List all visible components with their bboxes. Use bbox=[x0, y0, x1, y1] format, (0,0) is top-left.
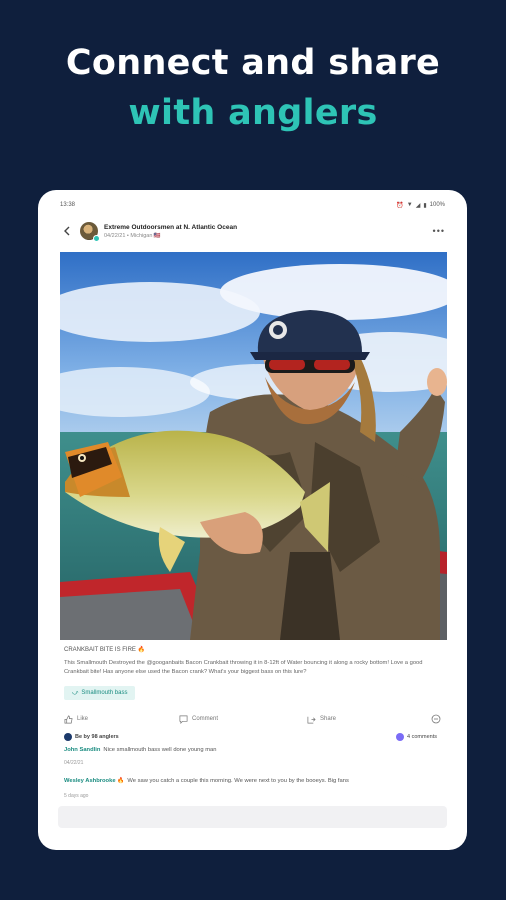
comment-time: 5 days ago bbox=[64, 793, 89, 799]
comments-count[interactable]: 4 comments bbox=[396, 733, 437, 741]
comment-icon bbox=[179, 715, 188, 724]
liked-by[interactable]: Be by 98 anglers bbox=[64, 733, 119, 741]
battery-icon: ▮ bbox=[423, 202, 427, 209]
tablet-screen: 13:38 ⏰ ▼ ◢ ▮ 100% Extreme Outdoorsmen a… bbox=[38, 190, 467, 850]
fish-icon: ⤻ bbox=[72, 689, 79, 696]
comment-input[interactable] bbox=[58, 806, 447, 828]
comment-label: Comment bbox=[192, 716, 219, 722]
comment-text: Nice smallmouth bass well done young man bbox=[103, 747, 217, 753]
species-tag[interactable]: ⤻ Smallmouth bass bbox=[64, 686, 136, 700]
avatar[interactable] bbox=[80, 222, 100, 242]
share-label: Share bbox=[320, 716, 337, 722]
comment-author[interactable]: Wesley Ashbrooke 🔥 bbox=[64, 778, 124, 784]
wifi-icon: ▼ bbox=[406, 202, 413, 208]
signal-icon: ◢ bbox=[415, 202, 421, 209]
liked-by-text: Be by 98 anglers bbox=[75, 734, 119, 740]
alarm-icon: ⏰ bbox=[396, 202, 404, 209]
post-subtitle: 04/22/21 • Michigan 🇺🇸 bbox=[104, 232, 161, 239]
status-bar: 13:38 ⏰ ▼ ◢ ▮ 100% bbox=[38, 198, 467, 212]
headline: Connect and share with anglers bbox=[0, 38, 506, 138]
comment-text: We saw you catch a couple this morning. … bbox=[127, 778, 349, 784]
species-tag-label: Smallmouth bass bbox=[81, 690, 128, 696]
comment-time: 04/22/21 bbox=[64, 760, 84, 766]
back-arrow-icon[interactable] bbox=[60, 224, 74, 238]
like-label: Like bbox=[77, 716, 89, 722]
catch-photo[interactable] bbox=[60, 252, 447, 640]
status-icons: ⏰ ▼ ◢ ▮ 100% bbox=[396, 202, 445, 209]
thumbs-up-icon bbox=[64, 715, 73, 723]
comment-count-icon bbox=[396, 733, 405, 741]
caption-title: CRANKBAIT BITE IS FIRE 🔥 bbox=[64, 647, 146, 653]
verified-badge-icon bbox=[93, 235, 100, 242]
share-button[interactable]: Share bbox=[307, 715, 427, 724]
battery-level: 100% bbox=[429, 202, 445, 208]
headline-line1: Connect and share bbox=[65, 43, 441, 83]
comment-item: John Sandlin Nice smallmouth bass well do… bbox=[64, 747, 217, 753]
comment-author[interactable]: John Sandlin bbox=[64, 747, 100, 753]
caption-body: This Smallmouth Destroyed the @googanbai… bbox=[64, 660, 423, 675]
post-actions: Like Comment Share bbox=[64, 712, 441, 726]
like-button[interactable]: Like bbox=[64, 715, 184, 724]
more-actions-icon[interactable] bbox=[431, 714, 441, 724]
comment-button[interactable]: Comment bbox=[179, 715, 307, 724]
share-icon bbox=[307, 716, 316, 723]
more-options-icon[interactable]: ••• bbox=[433, 226, 445, 236]
comments-count-text: 4 comments bbox=[407, 734, 437, 740]
post-meta: Be by 98 anglers 4 comments bbox=[64, 731, 437, 743]
comment-item: Wesley Ashbrooke 🔥 We saw you catch a cou… bbox=[64, 778, 349, 784]
like-count-icon bbox=[64, 733, 72, 741]
post-header: Extreme Outdoorsmen at N. Atlantic Ocean… bbox=[60, 218, 445, 244]
post-author[interactable]: Extreme Outdoorsmen at N. Atlantic Ocean bbox=[104, 224, 433, 231]
headline-line2: with anglers bbox=[128, 93, 378, 133]
status-time: 13:38 bbox=[60, 202, 76, 208]
